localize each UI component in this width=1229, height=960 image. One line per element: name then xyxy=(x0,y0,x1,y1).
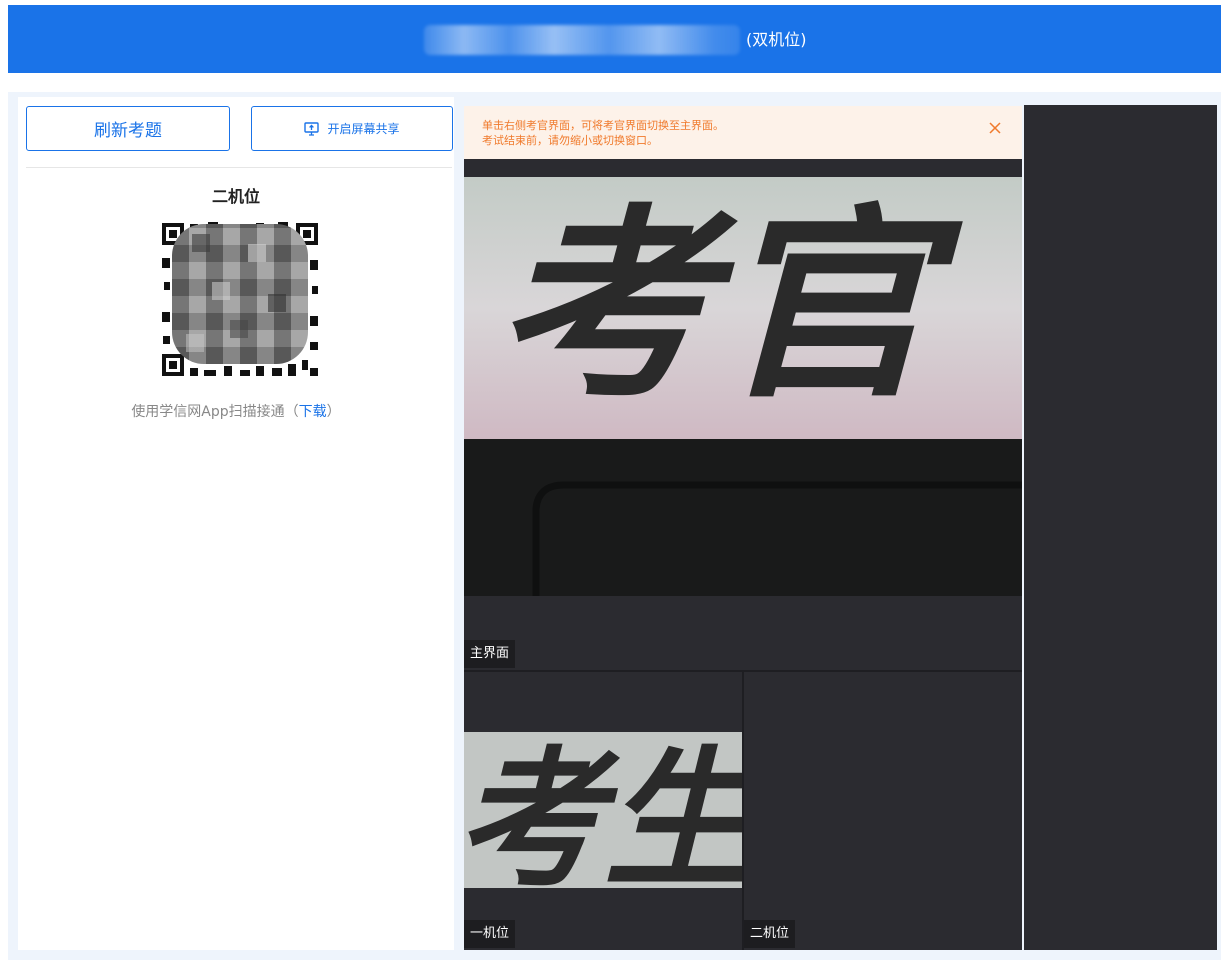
main-video-view[interactable]: 考官 主界面 xyxy=(464,159,1022,670)
qr-blur-overlay xyxy=(172,224,308,364)
qr-code xyxy=(160,220,320,380)
divider xyxy=(26,167,452,168)
refresh-questions-label: 刷新考题 xyxy=(94,121,162,141)
notice-line-1: 单击右侧考官界面，可将考官界面切换至主界面。 xyxy=(482,119,724,132)
screen-share-button[interactable]: 开启屏幕共享 xyxy=(251,106,453,151)
notice-banner: 单击右侧考官界面，可将考官界面切换至主界面。 考试结束前，请勿缩小或切换窗口。 xyxy=(464,106,1022,159)
left-panel: 刷新考题 开启屏幕共享 二机位 使用学信网App扫描接通（下载） xyxy=(18,97,454,950)
camera2-section-title: 二机位 xyxy=(211,187,260,206)
qr-hint-suffix: ） xyxy=(326,404,341,420)
main-view-label: 主界面 xyxy=(464,640,516,668)
camera2-label: 二机位 xyxy=(744,920,796,948)
main-sign-text: 考官 xyxy=(494,186,963,426)
qr-hint: 使用学信网App扫描接通（下载） xyxy=(18,401,454,421)
download-link[interactable]: 下载 xyxy=(299,404,327,420)
qr-hint-prefix: 使用学信网App扫描接通（ xyxy=(131,404,299,420)
blurred-exam-title xyxy=(424,25,740,55)
right-side-panel xyxy=(1024,105,1217,950)
header-title-suffix: (双机位) xyxy=(746,30,807,49)
screen-share-label: 开启屏幕共享 xyxy=(327,122,400,136)
camera1-label: 一机位 xyxy=(464,920,516,948)
refresh-questions-button[interactable]: 刷新考题 xyxy=(26,106,230,151)
top-header: (双机位) xyxy=(8,5,1221,73)
notice-line-2: 考试结束前，请勿缩小或切换窗口。 xyxy=(482,134,658,147)
screen-share-icon xyxy=(304,121,320,136)
sub1-sign-text: 考生 xyxy=(464,732,742,908)
camera1-video[interactable]: 考生 一机位 xyxy=(464,672,742,950)
camera2-video[interactable]: 二机位 xyxy=(744,672,1022,950)
close-icon[interactable] xyxy=(988,121,1002,135)
